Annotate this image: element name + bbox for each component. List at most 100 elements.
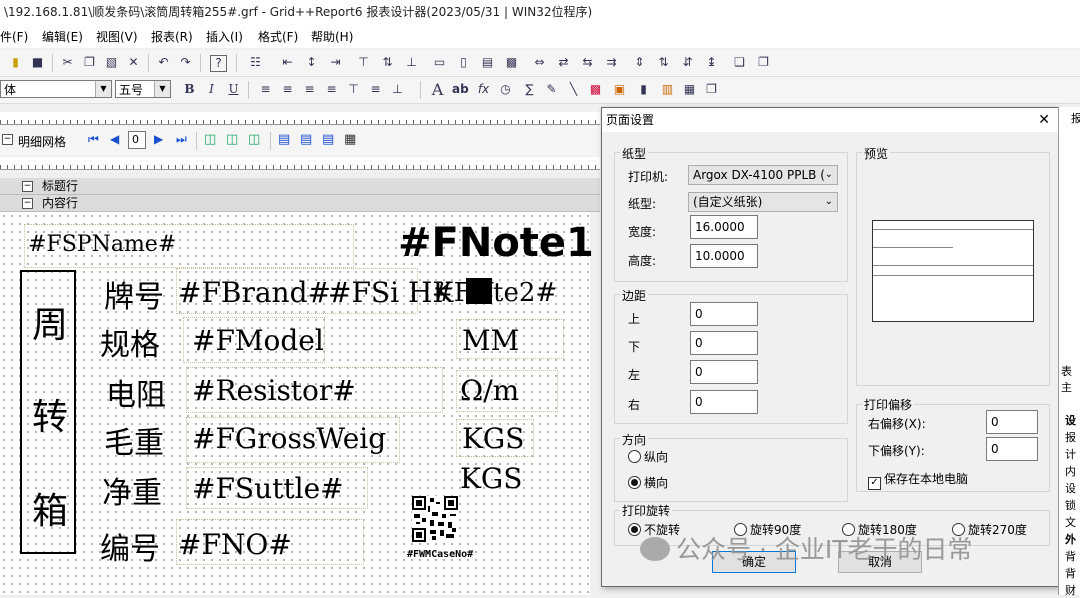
group-icon[interactable]: ▤ bbox=[322, 132, 334, 147]
text-align-left-icon[interactable]: ≡ bbox=[258, 82, 273, 97]
text-vtop-icon[interactable]: ⊤ bbox=[346, 82, 361, 97]
panel-item[interactable]: 文 bbox=[1065, 514, 1076, 530]
bold-icon[interactable]: B bbox=[182, 82, 197, 97]
align-center-icon[interactable]: ↕ bbox=[304, 55, 319, 70]
panel-item[interactable]: 报 bbox=[1065, 429, 1076, 445]
menu-report[interactable]: 报表(R) bbox=[151, 28, 193, 45]
menu-edit[interactable]: 编辑(E) bbox=[42, 28, 83, 45]
panel-item[interactable]: 锁 bbox=[1065, 497, 1076, 513]
font-size-select[interactable]: 五号 ▼ bbox=[115, 80, 171, 98]
column-add-icon[interactable]: ◫ bbox=[226, 132, 238, 147]
same-height-icon[interactable]: ▯ bbox=[456, 55, 471, 70]
portrait-radio[interactable]: 纵向 bbox=[628, 448, 668, 465]
note1-field[interactable]: #FNote1 bbox=[398, 220, 594, 266]
sp-name-field[interactable]: #FSPName# bbox=[28, 232, 176, 257]
collapse-icon[interactable]: − bbox=[2, 134, 13, 145]
header-icon[interactable]: ▤ bbox=[278, 132, 290, 147]
align-left-icon[interactable]: ⇤ bbox=[280, 55, 295, 70]
redo-icon[interactable]: ↷ bbox=[178, 55, 193, 70]
system-var-icon[interactable]: ◷ bbox=[498, 82, 513, 97]
table-icon[interactable]: ▦ bbox=[682, 82, 697, 97]
h-spacing-dec-icon[interactable]: ⇆ bbox=[580, 55, 595, 70]
menu-view[interactable]: 视图(V) bbox=[96, 28, 138, 45]
h-spacing-icon[interactable]: ⇔ bbox=[532, 55, 547, 70]
section-content-row[interactable]: − 内容行 bbox=[0, 195, 600, 212]
v-spacing-icon[interactable]: ⇕ bbox=[632, 55, 647, 70]
gross-field[interactable]: #FGrossWeig bbox=[192, 422, 386, 455]
landscape-radio[interactable]: 横向 bbox=[628, 474, 668, 491]
v-spacing-inc-icon[interactable]: ⇅ bbox=[656, 55, 671, 70]
paste-icon[interactable]: ▧ bbox=[104, 55, 119, 70]
prev-page-icon[interactable]: ◀ bbox=[110, 132, 119, 146]
h-spacing-inc-icon[interactable]: ⇄ bbox=[556, 55, 571, 70]
underline-icon[interactable]: U bbox=[226, 82, 241, 97]
h-spacing-remove-icon[interactable]: ⇉ bbox=[604, 55, 619, 70]
net-field[interactable]: #FSuttle# bbox=[192, 472, 344, 505]
menu-insert[interactable]: 插入(I) bbox=[206, 28, 243, 45]
fit-size-icon[interactable]: ▩ bbox=[504, 55, 519, 70]
section-title-row[interactable]: − 标题行 bbox=[0, 178, 600, 195]
text-justify-icon[interactable]: ≡ bbox=[324, 82, 339, 97]
help-icon[interactable]: ? bbox=[210, 55, 227, 72]
note2-field-tail[interactable]: te2# bbox=[493, 278, 557, 308]
chart-icon[interactable]: ▥ bbox=[660, 82, 675, 97]
panel-item[interactable]: 背 bbox=[1065, 548, 1076, 564]
font-name-select[interactable]: 体 ▼ bbox=[0, 80, 112, 98]
resistor-field[interactable]: #Resistor# bbox=[192, 374, 356, 407]
printer-select[interactable]: Argox DX-4100 PPLB ( ⌄ bbox=[688, 165, 838, 185]
margin-left-input[interactable]: 0 bbox=[690, 360, 758, 384]
grid-lines-icon[interactable]: ▦ bbox=[344, 132, 356, 147]
width-input[interactable]: 16.0000 bbox=[690, 215, 758, 239]
picture-icon[interactable]: ▣ bbox=[612, 82, 627, 97]
margin-top-input[interactable]: 0 bbox=[690, 302, 758, 326]
same-size-icon[interactable]: ▤ bbox=[480, 55, 495, 70]
send-back-icon[interactable]: ❐ bbox=[756, 55, 771, 70]
undo-icon[interactable]: ↶ bbox=[156, 55, 171, 70]
vertical-title-box[interactable]: 周 转 箱 bbox=[20, 270, 76, 554]
height-input[interactable]: 10.0000 bbox=[690, 244, 758, 268]
report-canvas[interactable]: 周 转 箱 #FSPName# #FNote1 牌号 #FBrand# #FSi… bbox=[0, 212, 594, 595]
text-vbottom-icon[interactable]: ⊥ bbox=[390, 82, 405, 97]
margin-right-input[interactable]: 0 bbox=[690, 390, 758, 414]
delete-icon[interactable]: ✕ bbox=[126, 55, 141, 70]
text-align-center-icon[interactable]: ≡ bbox=[280, 82, 295, 97]
open-icon[interactable]: ▮ bbox=[8, 55, 23, 70]
qr-code-icon[interactable] bbox=[412, 496, 458, 542]
collapse-icon[interactable]: − bbox=[22, 198, 33, 209]
static-text-icon[interactable]: A bbox=[430, 82, 445, 98]
next-page-icon[interactable]: ▶ bbox=[154, 132, 163, 146]
si-field[interactable]: #FSi bbox=[328, 276, 399, 309]
subreport-icon[interactable]: ❐ bbox=[704, 82, 719, 97]
align-middle-icon[interactable]: ⇅ bbox=[380, 55, 395, 70]
column-delete-icon[interactable]: ◫ bbox=[248, 132, 260, 147]
save-local-checkbox[interactable]: ✓ 保存在本地电脑 bbox=[868, 470, 968, 490]
number-field[interactable]: #FNO# bbox=[178, 528, 292, 561]
align-top-icon[interactable]: ⊤ bbox=[356, 55, 371, 70]
page-number-input[interactable]: 0 bbox=[128, 131, 146, 149]
footer-icon[interactable]: ▤ bbox=[300, 132, 312, 147]
column-icon[interactable]: ◫ bbox=[204, 132, 216, 147]
text-align-right-icon[interactable]: ≡ bbox=[302, 82, 317, 97]
align-right-icon[interactable]: ⇥ bbox=[328, 55, 343, 70]
italic-icon[interactable]: I bbox=[204, 82, 219, 97]
same-width-icon[interactable]: ▭ bbox=[432, 55, 447, 70]
panel-item[interactable]: 设 bbox=[1065, 412, 1076, 428]
brand-field[interactable]: #FBrand# bbox=[178, 276, 331, 309]
first-page-icon[interactable]: ⏮ bbox=[88, 132, 99, 147]
menu-format[interactable]: 格式(F) bbox=[258, 28, 298, 45]
menu-help[interactable]: 帮助(H) bbox=[311, 28, 353, 45]
barcode-icon[interactable]: ▮ bbox=[636, 82, 651, 97]
offset-down-input[interactable]: 0 bbox=[986, 437, 1038, 461]
margin-bottom-input[interactable]: 0 bbox=[690, 331, 758, 355]
paper-select[interactable]: (自定义纸张) ⌄ bbox=[688, 192, 838, 212]
cut-icon[interactable]: ✂ bbox=[60, 55, 75, 70]
close-icon[interactable]: ✕ bbox=[1038, 108, 1050, 132]
panel-item[interactable]: 设 bbox=[1065, 480, 1076, 496]
v-spacing-remove-icon[interactable]: ↨ bbox=[704, 55, 719, 70]
v-spacing-dec-icon[interactable]: ⇵ bbox=[680, 55, 695, 70]
line-icon[interactable]: ╲ bbox=[566, 82, 581, 97]
text-vmiddle-icon[interactable]: ≡ bbox=[368, 82, 383, 97]
shape-icon[interactable]: ▩ bbox=[588, 82, 603, 97]
align-bottom-icon[interactable]: ⊥ bbox=[404, 55, 419, 70]
panel-item[interactable]: 计 bbox=[1065, 446, 1076, 462]
